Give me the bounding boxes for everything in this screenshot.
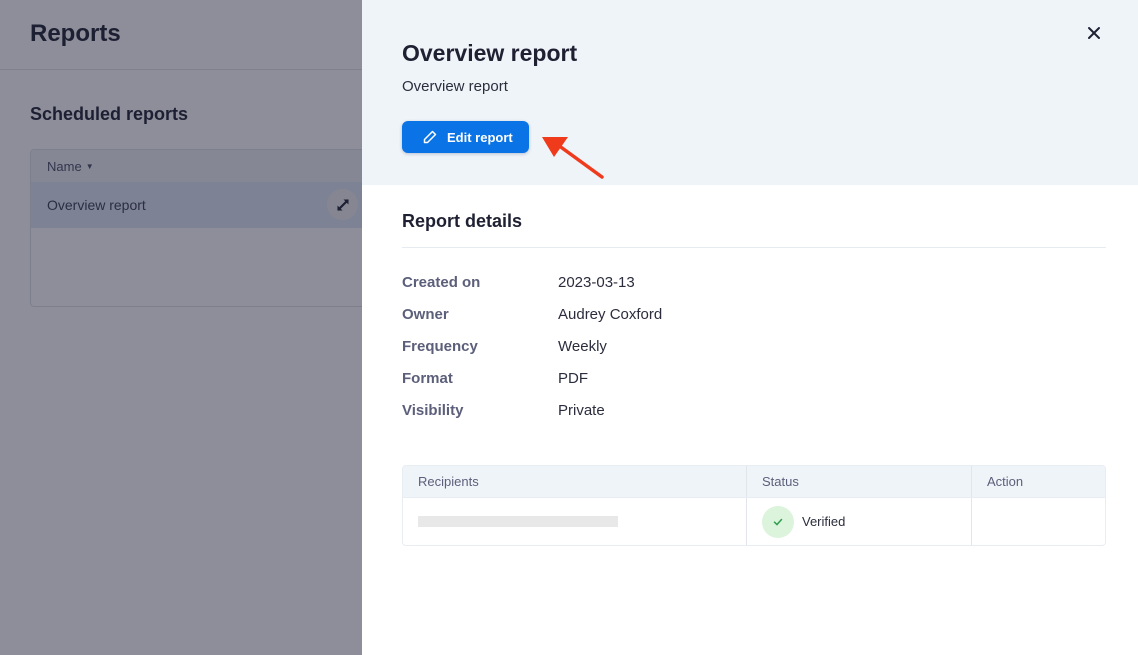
recipients-header: Recipients <box>403 466 747 497</box>
report-drawer: Overview report Overview report Edit rep… <box>362 0 1138 655</box>
edit-report-button[interactable]: Edit report <box>402 121 529 153</box>
detail-row-frequency: Frequency Weekly <box>402 330 1106 362</box>
recipients-table: Recipients Status Action Verified <box>402 465 1106 546</box>
status-header: Status <box>747 466 972 497</box>
detail-label: Visibility <box>402 401 464 419</box>
detail-row-owner: Owner Audrey Coxford <box>402 298 1106 330</box>
detail-label: Frequency <box>402 337 478 355</box>
status-label: Verified <box>802 514 846 529</box>
edit-report-label: Edit report <box>447 129 513 145</box>
recipient-cell <box>403 498 747 545</box>
status-cell: Verified <box>747 498 972 545</box>
details-title: Report details <box>402 211 1106 248</box>
detail-value: Weekly <box>558 337 607 355</box>
close-button[interactable] <box>1084 23 1104 43</box>
detail-value: Private <box>558 401 605 419</box>
detail-label: Format <box>402 369 453 387</box>
detail-list: Created on 2023-03-13 Owner Audrey Coxfo… <box>402 266 1106 426</box>
recipients-table-header: Recipients Status Action <box>403 466 1105 497</box>
detail-value: Audrey Coxford <box>558 305 663 323</box>
close-icon <box>1088 27 1100 39</box>
detail-value: PDF <box>558 369 588 387</box>
table-row: Verified <box>403 497 1105 545</box>
pencil-icon <box>423 130 437 144</box>
detail-row-visibility: Visibility Private <box>402 394 1106 426</box>
detail-row-format: Format PDF <box>402 362 1106 394</box>
detail-label: Owner <box>402 305 449 323</box>
verified-check-icon <box>762 505 794 538</box>
drawer-subtitle: Overview report <box>402 78 508 95</box>
report-details-section: Report details Created on 2023-03-13 Own… <box>362 185 1138 426</box>
detail-label: Created on <box>402 273 481 291</box>
annotation-arrow-icon <box>542 137 604 179</box>
drawer-header: Overview report Overview report Edit rep… <box>362 0 1138 185</box>
redacted-recipient <box>418 516 618 527</box>
detail-value: 2023-03-13 <box>558 273 635 291</box>
drawer-title: Overview report <box>402 40 578 66</box>
action-header: Action <box>987 474 1024 489</box>
detail-row-created-on: Created on 2023-03-13 <box>402 266 1106 298</box>
action-cell <box>972 498 1105 545</box>
